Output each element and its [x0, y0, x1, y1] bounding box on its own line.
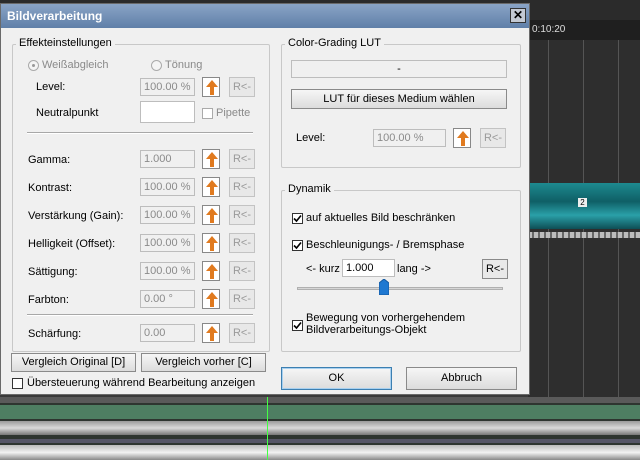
level-field[interactable]: 100.00 %	[140, 78, 195, 96]
effect-label: Kontrast:	[28, 182, 73, 194]
ok-button[interactable]: OK	[281, 367, 392, 390]
checkmark-icon	[293, 241, 302, 250]
effect-label: Helligkeit (Offset):	[28, 238, 116, 250]
pipette-checkbox[interactable]	[202, 108, 213, 119]
effect-reset-button[interactable]: R<-	[229, 205, 255, 225]
effect-apply-button[interactable]	[202, 261, 220, 281]
effect-apply-button[interactable]	[202, 149, 220, 169]
short-label: <- kurz	[306, 263, 340, 275]
effect-apply-button[interactable]	[202, 205, 220, 225]
white-balance-radio[interactable]	[28, 60, 39, 71]
effect-value-field[interactable]: 0.00 °	[140, 290, 195, 308]
effect-label: Verstärkung (Gain):	[28, 210, 124, 222]
sharpen-label: Schärfung:	[28, 328, 82, 340]
close-icon[interactable]: ✕	[510, 8, 526, 23]
checkmark-icon	[293, 321, 302, 330]
accel-reset-button[interactable]: R<-	[482, 259, 508, 279]
image-processing-dialog: Bildverarbeitung ✕ Effekteinstellungen W…	[0, 3, 530, 395]
dialog-titlebar[interactable]: Bildverarbeitung	[1, 4, 529, 28]
accel-slider-track[interactable]	[297, 287, 503, 290]
effect-apply-button[interactable]	[202, 233, 220, 253]
tint-radio[interactable]	[151, 60, 162, 71]
sharpen-field[interactable]: 0.00	[140, 324, 195, 342]
choose-lut-button[interactable]: LUT für dieses Medium wählen	[291, 89, 507, 109]
accel-label: Beschleunigungs- / Bremsphase	[306, 239, 465, 251]
neutral-point-label: Neutralpunkt	[36, 107, 99, 119]
effect-value-field[interactable]: 100.00 %	[140, 206, 195, 224]
checkmark-icon	[293, 214, 302, 223]
effect-reset-button[interactable]: R<-	[229, 233, 255, 253]
up-arrow-icon	[206, 208, 218, 223]
effect-apply-button[interactable]	[202, 177, 220, 197]
tint-label: Tönung	[165, 59, 203, 71]
timecode: 0:10:20	[532, 24, 566, 35]
dynamics-group-label: Dynamik	[285, 183, 334, 195]
compare-original-button[interactable]: Vergleich Original [D]	[11, 353, 136, 372]
limit-current-label: auf aktuelles Bild beschränken	[306, 212, 456, 224]
compare-previous-button[interactable]: Vergleich vorher [C]	[141, 353, 266, 372]
up-arrow-icon	[206, 264, 218, 279]
effect-label: Farbton:	[28, 294, 69, 306]
sharpen-apply-button[interactable]	[202, 323, 220, 343]
dialog-title: Bildverarbeitung	[7, 9, 103, 23]
effect-value-field[interactable]: 1.000	[140, 150, 195, 168]
effect-reset-button[interactable]: R<-	[229, 289, 255, 309]
clip-fade-bar	[528, 232, 640, 238]
divider	[27, 314, 253, 316]
up-arrow-icon	[206, 80, 218, 95]
cancel-button[interactable]: Abbruch	[406, 367, 517, 390]
playhead-line[interactable]	[267, 397, 268, 460]
long-label: lang ->	[397, 263, 431, 275]
neutral-point-swatch[interactable]	[140, 101, 195, 123]
effects-group-label: Effekteinstellungen	[16, 37, 115, 49]
effect-reset-button[interactable]: R<-	[229, 149, 255, 169]
lut-level-label: Level:	[296, 132, 326, 144]
effect-value-field[interactable]: 100.00 %	[140, 234, 195, 252]
effect-value-field[interactable]: 100.00 %	[140, 178, 195, 196]
lut-level-reset-button[interactable]: R<-	[480, 128, 506, 148]
level-reset-button[interactable]: R<-	[229, 77, 255, 97]
lut-level-field[interactable]: 100.00 %	[373, 129, 446, 147]
up-arrow-icon	[206, 292, 218, 307]
follow-checkbox[interactable]	[292, 320, 303, 331]
level-label: Level:	[36, 81, 66, 93]
timeline-ruler[interactable]: 0:10:20	[528, 20, 640, 40]
divider	[27, 132, 253, 134]
up-arrow-icon	[457, 131, 469, 146]
lut-group-label: Color-Grading LUT	[285, 37, 384, 49]
effect-value-field[interactable]: 100.00 %	[140, 262, 195, 280]
lut-current-field: -	[291, 60, 507, 78]
accel-field[interactable]: 1.000	[342, 259, 395, 277]
effect-apply-button[interactable]	[202, 289, 220, 309]
up-arrow-icon	[206, 326, 218, 341]
up-arrow-icon	[206, 180, 218, 195]
follow-label-line2: Bildverarbeitungs-Objekt	[306, 324, 427, 336]
effect-label: Gamma:	[28, 154, 71, 166]
clip-marker: 2	[578, 198, 587, 207]
effect-reset-button[interactable]: R<-	[229, 177, 255, 197]
effect-label: Sättigung:	[28, 266, 78, 278]
pipette-label: Pipette	[216, 107, 251, 119]
lower-tracks[interactable]	[0, 397, 640, 460]
lut-level-apply-button[interactable]	[453, 128, 471, 148]
effect-reset-button[interactable]: R<-	[229, 261, 255, 281]
up-arrow-icon	[206, 152, 218, 167]
accel-slider-thumb[interactable]	[378, 279, 389, 295]
limit-current-checkbox[interactable]	[292, 213, 303, 224]
sharpen-reset-button[interactable]: R<-	[229, 323, 255, 343]
level-apply-button[interactable]	[202, 77, 220, 97]
accel-checkbox[interactable]	[292, 240, 303, 251]
follow-label-line1: Bewegung von vorhergehendem	[306, 312, 466, 324]
overload-label: Übersteuerung während Bearbeitung anzeig…	[27, 377, 256, 389]
white-balance-label: Weißabgleich	[42, 59, 109, 71]
overload-checkbox[interactable]	[12, 378, 23, 389]
up-arrow-icon	[206, 236, 218, 251]
